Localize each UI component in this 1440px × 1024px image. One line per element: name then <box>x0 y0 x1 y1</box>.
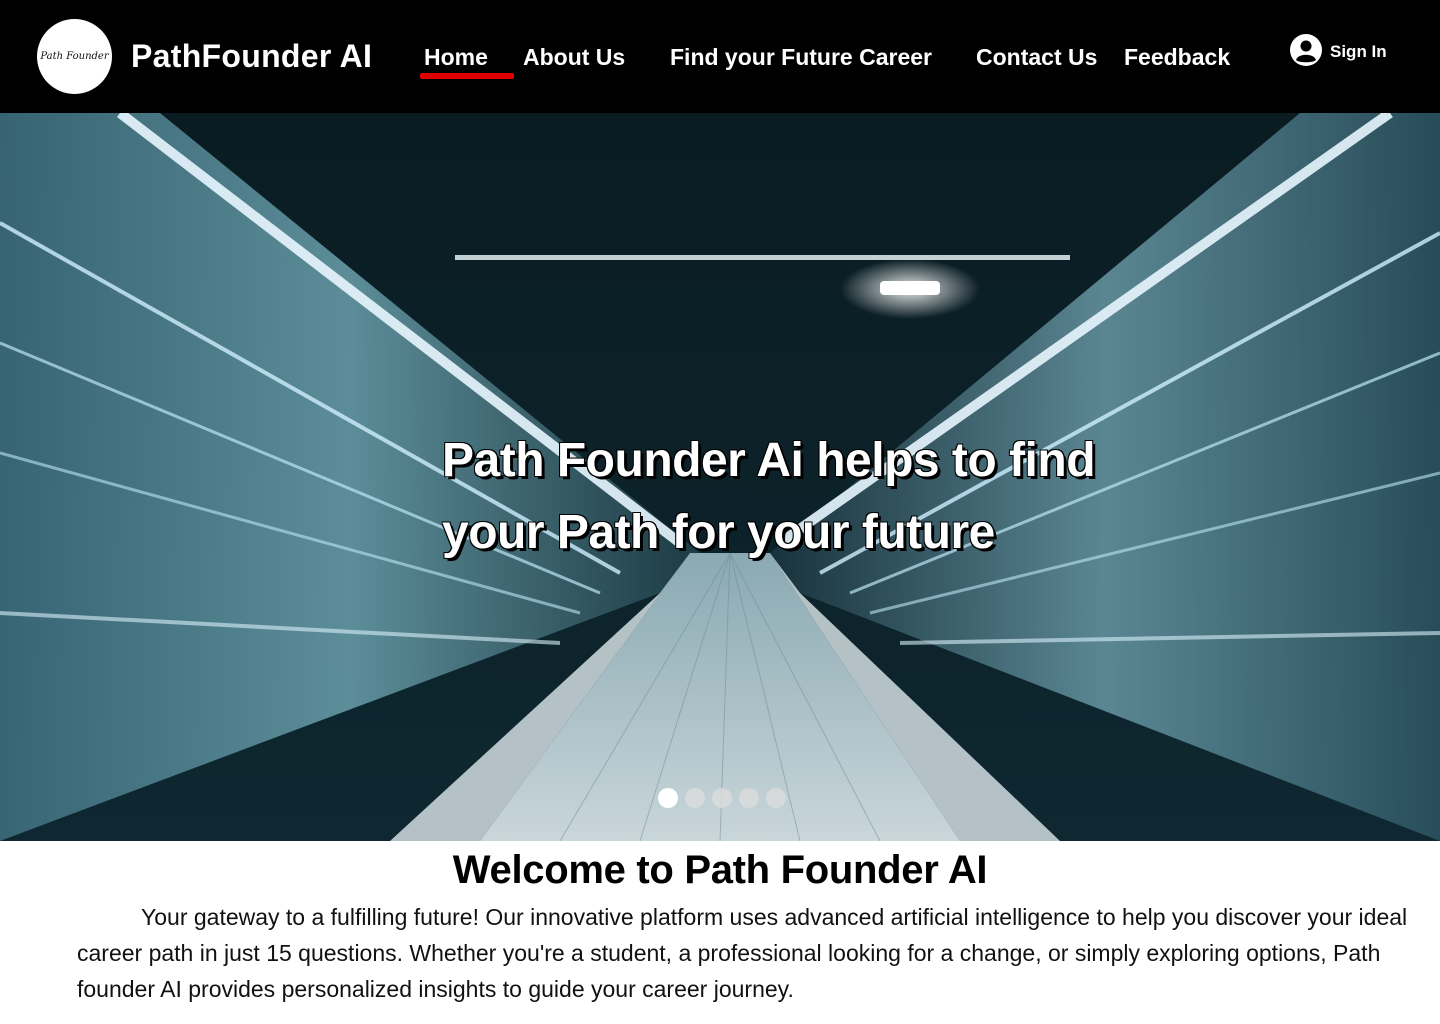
nav-contact-us[interactable]: Contact Us <box>976 44 1097 71</box>
slide-dot-4[interactable] <box>739 788 759 808</box>
nav-active-indicator <box>420 73 514 79</box>
logo[interactable]: Path Founder <box>37 19 112 94</box>
sign-in-label: Sign In <box>1330 42 1387 61</box>
slideshow-dots <box>658 788 786 808</box>
slide-dot-1[interactable] <box>658 788 678 808</box>
welcome-description: Your gateway to a fulfilling future! Our… <box>77 904 1408 1002</box>
hero-heading: Path Founder Ai helps to find your Path … <box>442 434 1096 559</box>
nav-home[interactable]: Home <box>424 44 488 71</box>
slide-dot-3[interactable] <box>712 788 732 808</box>
nav-find-career[interactable]: Find your Future Career <box>670 44 932 71</box>
hero-slideshow[interactable]: Path Founder Ai helps to find your Path … <box>0 113 1440 841</box>
logo-text: Path Founder <box>40 51 109 62</box>
slide-dot-2[interactable] <box>685 788 705 808</box>
user-circle-icon <box>1290 33 1322 71</box>
site-header: Path Founder PathFounder AI Home About U… <box>0 0 1440 113</box>
brand-name[interactable]: PathFounder AI <box>131 38 372 75</box>
sign-in-button[interactable]: Sign In <box>1290 33 1387 71</box>
nav-feedback[interactable]: Feedback <box>1124 44 1230 71</box>
nav-about-us[interactable]: About Us <box>523 44 625 71</box>
welcome-title: Welcome to Path Founder AI <box>452 848 988 892</box>
slide-dot-5[interactable] <box>766 788 786 808</box>
